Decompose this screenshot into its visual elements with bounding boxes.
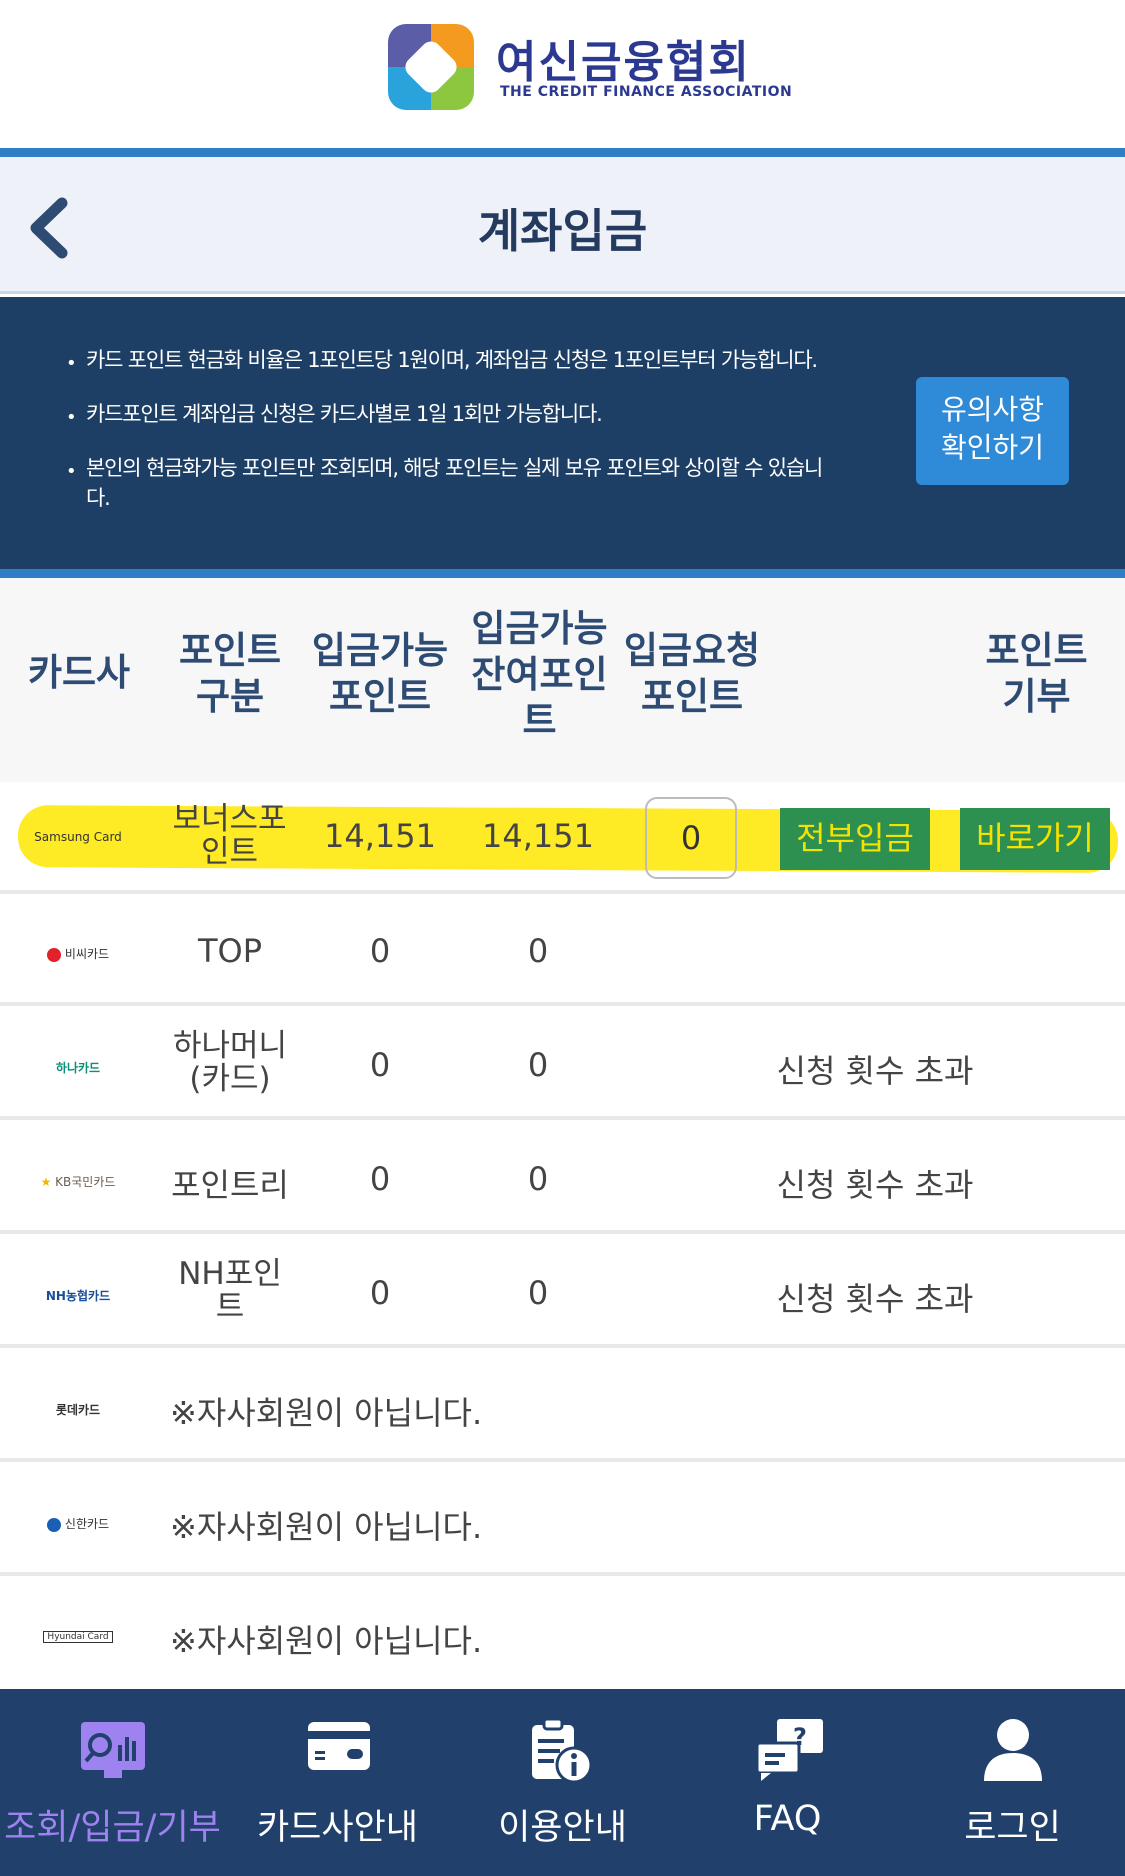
- remaining-points: 0: [527, 932, 549, 970]
- available-points: 0: [369, 1046, 391, 1084]
- search-chart-icon: [81, 1722, 145, 1778]
- header-card-company: 카드사: [27, 651, 131, 694]
- shinhan-logo-icon: [46, 1517, 61, 1532]
- status-text: 신청 횟수 초과: [776, 1052, 974, 1090]
- status-text: 신청 횟수 초과: [776, 1166, 974, 1204]
- header-point-type: 포인트 구분: [178, 629, 282, 718]
- remaining-points: 0: [527, 1274, 549, 1312]
- header-divider: [0, 148, 1125, 157]
- caution-button-line2: 확인하기: [940, 431, 1045, 464]
- not-member-message: ※자사회원이 아닙니다.: [170, 1622, 483, 1660]
- header-donate: 포인트 기부: [985, 629, 1088, 718]
- card-company-name: KB국민카드: [55, 1175, 116, 1189]
- bottom-navigation: 조회/입금/기부 카드사안내 이용안내 ? FAQ 로그인: [0, 1689, 1125, 1876]
- available-points: 14,151: [324, 817, 436, 855]
- nav-label: 조회/입금/기부: [4, 1808, 221, 1848]
- header-requested-points: 입금요청 포인트: [623, 629, 761, 718]
- remaining-points: 14,151: [482, 817, 594, 855]
- nav-login[interactable]: 로그인: [900, 1689, 1125, 1876]
- nav-usage-guide[interactable]: 이용안내: [450, 1689, 675, 1876]
- header-available-points: 입금가능 포인트: [311, 629, 449, 718]
- not-member-message: ※자사회원이 아닙니다.: [170, 1394, 483, 1432]
- notice-item: 카드 포인트 현금화 비율은 1포인트당 1원이며, 계좌입금 신청은 1포인트…: [62, 345, 832, 379]
- user-icon: [984, 1719, 1042, 1781]
- hyundai-card-logo: Hyundai Card: [0, 1628, 156, 1643]
- card-company-name: Hyundai Card: [43, 1631, 113, 1643]
- remaining-points: 0: [527, 1160, 549, 1198]
- available-points: 0: [369, 1274, 391, 1312]
- faq-icon: ?: [755, 1719, 823, 1781]
- card-company-name: 비씨카드: [64, 947, 110, 961]
- hana-card-logo: 하나카드: [55, 1061, 101, 1075]
- request-points-input[interactable]: 0: [645, 797, 737, 879]
- title-bar: 계좌입금: [0, 157, 1125, 294]
- deposit-all-button[interactable]: 전부입금: [780, 808, 930, 870]
- point-type: 포인트리: [171, 1166, 289, 1204]
- caution-button-line1: 유의사항: [940, 393, 1045, 426]
- nav-label: 카드사안내: [256, 1808, 418, 1848]
- app-header: 여신금융협회 THE CREDIT FINANCE ASSOCIATION: [0, 0, 1125, 148]
- nav-label: FAQ: [753, 1799, 822, 1839]
- lotte-card-logo: 롯데카드: [55, 1403, 101, 1417]
- kb-card-logo: ★ KB국민카드: [0, 1173, 156, 1190]
- org-name-en: THE CREDIT FINANCE ASSOCIATION: [500, 84, 793, 100]
- nav-label: 로그인: [964, 1808, 1061, 1848]
- status-text: 신청 횟수 초과: [776, 1280, 974, 1318]
- nav-card-company-guide[interactable]: 카드사안내: [225, 1689, 450, 1876]
- card-icon: [308, 1722, 370, 1770]
- shinhan-card-logo: 신한카드: [0, 1515, 156, 1532]
- point-type: 보너스포 인트: [172, 801, 287, 870]
- nav-label: 이용안내: [498, 1808, 627, 1848]
- not-member-message: ※자사회원이 아닙니다.: [170, 1508, 483, 1546]
- kb-star-icon: ★: [40, 1175, 52, 1189]
- header-remaining-points: 입금가능 잔여포인 트: [471, 607, 608, 742]
- available-points: 0: [369, 1160, 391, 1198]
- bc-logo-icon: [46, 947, 61, 962]
- bc-card-logo: 비씨카드: [0, 945, 156, 962]
- samsung-card-logo: Samsung Card: [34, 830, 122, 844]
- card-company-name: 신한카드: [64, 1517, 110, 1531]
- go-donate-button[interactable]: 바로가기: [960, 808, 1110, 870]
- remaining-points: 0: [527, 1046, 549, 1084]
- point-type: TOP: [197, 932, 263, 970]
- table-header: 카드사 포인트 구분 입금가능 포인트 입금가능 잔여포인 트 입금요청 포인트…: [0, 578, 1125, 782]
- nav-inquiry-deposit-donate[interactable]: 조회/입금/기부: [0, 1689, 225, 1876]
- clipboard-info-icon: [532, 1717, 593, 1784]
- nav-faq[interactable]: ? FAQ: [675, 1689, 900, 1876]
- page-title: 계좌입금: [477, 204, 648, 258]
- available-points: 0: [369, 932, 391, 970]
- point-type: 하나머니 (카드): [172, 1028, 288, 1097]
- logo-mark-icon: [388, 24, 474, 110]
- notice-list: 카드 포인트 현금화 비율은 1포인트당 1원이며, 계좌입금 신청은 1포인트…: [62, 345, 832, 513]
- notice-panel: 카드 포인트 현금화 비율은 1포인트당 1원이며, 계좌입금 신청은 1포인트…: [0, 297, 1125, 569]
- point-type: NH포인 트: [178, 1256, 282, 1325]
- notice-divider: [0, 569, 1125, 578]
- notice-item: 카드포인트 계좌입금 신청은 카드사별로 1일 1회만 가능합니다.: [62, 399, 832, 433]
- nh-card-logo: NH농협카드: [45, 1289, 111, 1303]
- org-name-ko: 여신금융협회: [496, 37, 751, 88]
- caution-confirm-button[interactable]: 유의사항 확인하기: [916, 377, 1069, 485]
- association-logo[interactable]: 여신금융협회 THE CREDIT FINANCE ASSOCIATION: [388, 24, 792, 110]
- notice-item: 본인의 현금화가능 포인트만 조회되며, 해당 포인트는 실제 보유 포인트와 …: [62, 453, 832, 513]
